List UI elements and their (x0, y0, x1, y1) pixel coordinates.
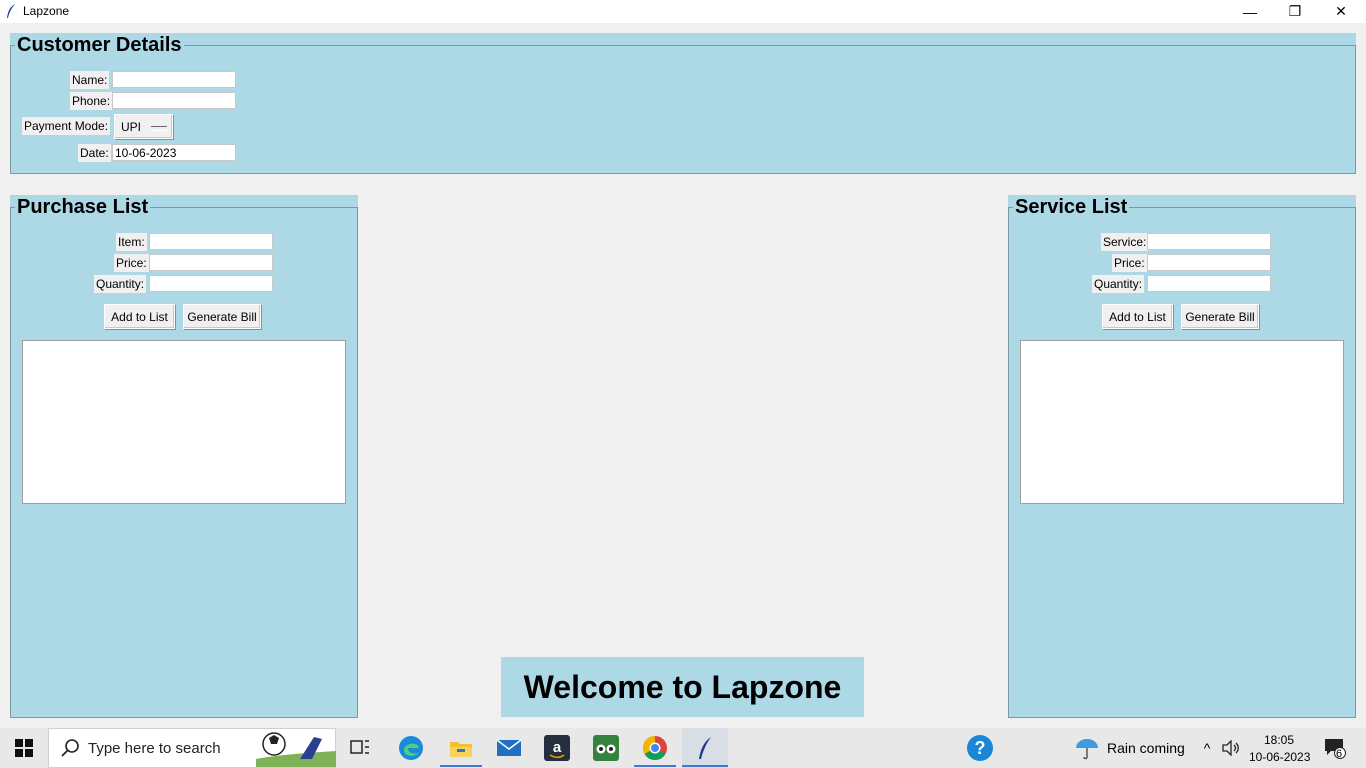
lapzone-active-indicator (682, 765, 728, 767)
payment-mode-dropdown[interactable]: UPI (114, 114, 173, 139)
service-quantity-input[interactable] (1147, 275, 1271, 292)
service-price-label: Price: (1112, 254, 1147, 272)
search-placeholder: Type here to search (88, 740, 221, 757)
notification-icon[interactable] (1318, 728, 1352, 768)
file-explorer-active-indicator (440, 765, 482, 767)
task-view-icon[interactable] (340, 728, 380, 768)
service-quantity-label: Quantity: (1092, 275, 1145, 293)
search-icon (60, 738, 80, 763)
weather-icon[interactable] (1072, 728, 1102, 768)
purchase-price-label: Price: (114, 254, 149, 272)
purchase-list-heading: Purchase List (15, 196, 151, 218)
file-explorer-icon[interactable] (440, 728, 482, 768)
clock-date[interactable]: 10-06-2023 (1249, 750, 1310, 764)
item-label: Item: (116, 233, 147, 251)
purchase-add-to-list-button[interactable]: Add to List (104, 304, 175, 329)
svg-text:a: a (553, 739, 562, 756)
chrome-icon[interactable] (634, 728, 676, 768)
date-label: Date: (78, 144, 111, 162)
welcome-banner: Welcome to Lapzone (501, 657, 864, 717)
volume-icon[interactable] (1220, 728, 1242, 768)
close-button[interactable]: ✕ (1318, 0, 1364, 23)
amazon-icon[interactable]: a (536, 728, 578, 768)
name-label: Name: (70, 71, 110, 89)
notification-count: 6 (1336, 748, 1343, 760)
dropdown-indicator-icon (151, 126, 167, 131)
weather-text[interactable]: Rain coming (1107, 740, 1185, 756)
minimize-button[interactable]: — (1227, 0, 1273, 23)
window-title: Lapzone (23, 4, 70, 18)
item-input[interactable] (149, 233, 273, 250)
service-add-to-list-button[interactable]: Add to List (1102, 304, 1173, 329)
purchase-quantity-label: Quantity: (94, 275, 147, 293)
customer-details-heading: Customer Details (15, 34, 184, 56)
feather-app-icon (4, 3, 18, 19)
payment-mode-label: Payment Mode: (22, 117, 111, 135)
purchase-generate-bill-button[interactable]: Generate Bill (183, 304, 261, 329)
chevron-up-icon[interactable]: ^ (1198, 728, 1216, 768)
tripadvisor-icon[interactable] (585, 728, 627, 768)
chrome-active-indicator (634, 765, 676, 767)
service-generate-bill-button[interactable]: Generate Bill (1181, 304, 1259, 329)
service-label: Service: (1101, 233, 1149, 251)
service-input[interactable] (1147, 233, 1271, 250)
python-feather-icon[interactable] (682, 728, 728, 768)
windows-start-icon[interactable] (0, 728, 48, 768)
service-list-heading: Service List (1013, 196, 1130, 218)
svg-text:?: ? (975, 738, 986, 758)
help-icon[interactable]: ? (960, 728, 1000, 768)
purchase-price-input[interactable] (149, 254, 273, 271)
service-listbox[interactable] (1020, 340, 1344, 504)
edge-icon[interactable] (390, 728, 432, 768)
purchase-listbox[interactable] (22, 340, 346, 504)
purchase-quantity-input[interactable] (149, 275, 273, 292)
search-highlight-graphic (256, 729, 336, 767)
date-input[interactable]: 10-06-2023 (112, 144, 236, 161)
phone-label: Phone: (70, 92, 113, 110)
clock-time[interactable]: 18:05 (1264, 733, 1294, 747)
title-bar (0, 0, 1366, 23)
phone-input[interactable] (112, 92, 236, 109)
service-price-input[interactable] (1147, 254, 1271, 271)
restore-button[interactable]: ❐ (1272, 0, 1318, 23)
payment-mode-value: UPI (121, 119, 142, 134)
name-input[interactable] (112, 71, 236, 88)
mail-icon[interactable] (488, 728, 530, 768)
